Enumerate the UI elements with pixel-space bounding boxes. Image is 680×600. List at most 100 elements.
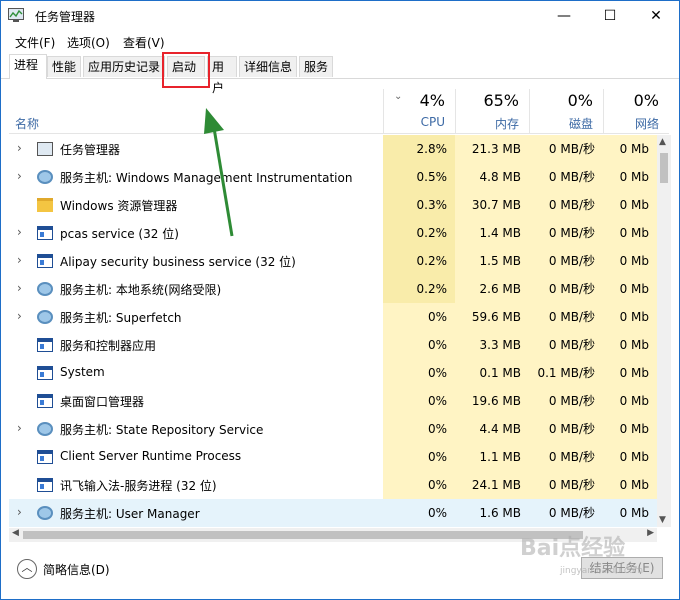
memory-value: 1.6 MB (479, 506, 521, 520)
process-name: 任务管理器 (60, 143, 121, 157)
cpu-value: 0.2% (383, 247, 455, 275)
process-row[interactable]: 服务和控制器应用 0% 3.3 MB 0 MB/秒 0 Mb (9, 331, 657, 359)
tab-services[interactable]: 服务 (299, 56, 333, 77)
process-name: 讯飞输入法-服务进程 (32 位) (60, 479, 217, 493)
process-row[interactable]: Client Server Runtime Process 0% 1.1 MB 0 M… (9, 443, 657, 471)
process-row[interactable]: System 0% 0.1 MB 0.1 MB/秒 0 Mb (9, 359, 657, 387)
minimize-button[interactable]: — (541, 1, 587, 31)
expand-chevron-icon[interactable]: › (17, 309, 22, 323)
scroll-down-icon[interactable]: ▼ (659, 515, 666, 525)
process-row[interactable]: › 服务主机: 本地系统(网络受限) 0.2% 2.6 MB 0 MB/秒 0 Mb (9, 275, 657, 303)
column-name[interactable]: 名称 (15, 115, 39, 132)
process-name: 服务主机: 本地系统(网络受限) (60, 283, 222, 297)
memory-value: 30.7 MB (455, 191, 529, 219)
expand-chevron-icon[interactable]: › (17, 141, 22, 155)
process-name: System (60, 365, 105, 379)
window-icon (37, 450, 53, 464)
process-name: 服务主机: User Manager (60, 507, 200, 521)
process-name: 桌面窗口管理器 (60, 395, 145, 409)
process-row[interactable]: › 服务主机: User Manager 0% 1.6 MB 0 MB/秒 0 Mb (9, 499, 657, 527)
process-row[interactable]: › pcas service (32 位) 0.2% 1.4 MB 0 MB/秒 0 Mb (9, 219, 657, 247)
taskmgr-icon (37, 142, 53, 156)
scroll-right-icon[interactable]: ▶ (647, 528, 654, 538)
scroll-up-icon[interactable]: ▲ (659, 137, 666, 147)
network-value: 0 Mb (603, 135, 657, 163)
vertical-scroll-thumb[interactable] (660, 153, 668, 183)
process-name: Windows 资源管理器 (60, 199, 178, 213)
sort-down-icon: ⌄ (394, 91, 403, 102)
process-row[interactable]: › 任务管理器 2.8% 21.3 MB 0 MB/秒 0 Mb (9, 135, 657, 163)
column-disk[interactable]: 0% 磁盘 (529, 89, 603, 133)
network-total: 0% (633, 91, 659, 110)
horizontal-scroll-thumb[interactable] (23, 531, 583, 539)
memory-value: 4.8 MB (455, 163, 529, 191)
tab-details[interactable]: 详细信息 (239, 56, 297, 77)
cpu-value: 0% (383, 443, 455, 471)
fewer-details-link[interactable]: 简略信息(D) (43, 561, 110, 578)
menu-view[interactable]: 查看(V) (123, 34, 165, 51)
network-value: 0 Mb (619, 506, 649, 520)
process-name: pcas service (32 位) (60, 227, 179, 241)
column-memory[interactable]: 65% 内存 (455, 89, 529, 133)
menu-options[interactable]: 选项(O) (67, 34, 110, 51)
process-list: › 任务管理器 2.8% 21.3 MB 0 MB/秒 0 Mb › 服务主机: Window… (9, 135, 657, 527)
network-value: 0 Mb (603, 303, 657, 331)
window-icon (37, 254, 53, 268)
tab-performance[interactable]: 性能 (47, 56, 81, 77)
disk-total: 0% (567, 91, 593, 110)
maximize-button[interactable]: ☐ (587, 1, 633, 31)
network-label: 网络 (634, 117, 659, 131)
memory-value: 24.1 MB (455, 471, 529, 499)
window-title: 任务管理器 (35, 10, 96, 24)
menu-file[interactable]: 文件(F) (15, 34, 55, 51)
tab-processes[interactable]: 进程 (9, 54, 47, 79)
gear-icon (37, 170, 53, 184)
process-row[interactable]: 桌面窗口管理器 0% 19.6 MB 0 MB/秒 0 Mb (9, 387, 657, 415)
memory-value: 1.5 MB (455, 247, 529, 275)
disk-value: 0 MB/秒 (529, 191, 603, 219)
column-network[interactable]: 0% 网络 (603, 89, 669, 133)
memory-value: 21.3 MB (455, 135, 529, 163)
scroll-left-icon[interactable]: ◀ (12, 528, 19, 538)
process-row[interactable]: › 服务主机: State Repository Service 0% 4.4 MB 0… (9, 415, 657, 443)
expand-chevron-icon[interactable]: › (17, 421, 22, 435)
expand-chevron-icon[interactable]: › (17, 505, 22, 519)
tab-users[interactable]: 用户 (207, 56, 237, 95)
network-value: 0 Mb (603, 247, 657, 275)
window-icon (37, 478, 53, 492)
window-icon (37, 394, 53, 408)
cpu-label: CPU (420, 115, 445, 129)
process-row[interactable]: › Alipay security business service (32 位)… (9, 247, 657, 275)
close-button[interactable]: ✕ (633, 1, 679, 31)
disk-value: 0 MB/秒 (529, 163, 603, 191)
process-row[interactable]: Windows 资源管理器 0.3% 30.7 MB 0 MB/秒 0 Mb (9, 191, 657, 219)
process-name: 服务主机: State Repository Service (60, 423, 264, 437)
process-row[interactable]: 讯飞输入法-服务进程 (32 位) 0% 24.1 MB 0 MB/秒 0 Mb (9, 471, 657, 499)
memory-total: 65% (483, 91, 519, 110)
window-icon (37, 366, 53, 380)
expand-chevron-icon[interactable]: › (17, 225, 22, 239)
vertical-scrollbar[interactable]: ▲ ▼ (657, 135, 671, 527)
memory-label: 内存 (494, 117, 519, 131)
expand-chevron-icon[interactable]: › (17, 281, 22, 295)
disk-value: 0.1 MB/秒 (529, 359, 603, 387)
watermark-logo: Bai点经验 (520, 536, 626, 561)
network-value: 0 Mb (603, 275, 657, 303)
disk-label: 磁盘 (568, 117, 593, 131)
disk-value: 0 MB/秒 (529, 331, 603, 359)
disk-value: 0 MB/秒 (529, 247, 603, 275)
watermark-url: jingyan.baidu.com (560, 566, 644, 576)
tab-app-history[interactable]: 应用历史记录 (83, 56, 165, 77)
memory-value: 2.6 MB (455, 275, 529, 303)
process-row[interactable]: › 服务主机: Superfetch 0% 59.6 MB 0 MB/秒 0 Mb (9, 303, 657, 331)
column-cpu[interactable]: ⌄ 4% CPU (383, 89, 455, 133)
network-value: 0 Mb (603, 471, 657, 499)
expand-chevron-icon[interactable]: › (17, 169, 22, 183)
process-row[interactable]: › 服务主机: Windows Management Instrumentatio… (9, 163, 657, 191)
network-value: 0 Mb (603, 359, 657, 387)
memory-value: 1.1 MB (455, 443, 529, 471)
cpu-value: 0.3% (383, 191, 455, 219)
expand-chevron-icon[interactable]: › (17, 253, 22, 267)
disk-value: 0 MB/秒 (548, 506, 595, 520)
chevron-up-icon[interactable]: ︿ (17, 559, 37, 579)
